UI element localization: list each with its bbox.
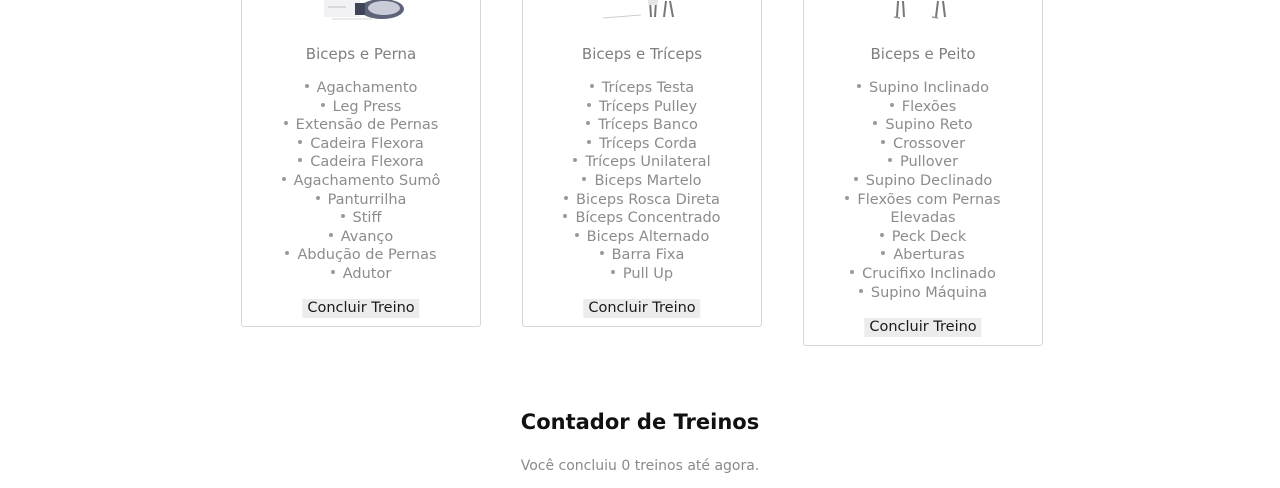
list-item: Leg Press <box>242 98 480 117</box>
chest-exercise-illustration-icon <box>804 0 1042 21</box>
leg-exercise-illustration-icon <box>242 0 480 21</box>
bullet-icon <box>573 158 578 163</box>
exercise-list: Supino Inclinado Flexões Supino Reto Cro… <box>804 79 1042 302</box>
list-item: Barra Fixa <box>523 246 761 265</box>
bullet-icon <box>873 121 878 126</box>
card-title: Biceps e Tríceps <box>581 45 703 63</box>
bullet-icon <box>887 158 892 163</box>
bullet-icon <box>845 195 850 200</box>
workout-card-biceps-perna: Biceps e Perna Agachamento Leg Press Ext… <box>241 0 481 327</box>
list-item: Biceps Alternado <box>523 228 761 247</box>
bullet-icon <box>850 269 855 274</box>
conclude-workout-button[interactable]: Concluir Treino <box>302 299 420 318</box>
bullet-icon <box>298 158 303 163</box>
counter-text: Você concluiu 0 treinos até agora. <box>520 458 760 474</box>
bullet-icon <box>285 251 290 256</box>
conclude-workout-button[interactable]: Concluir Treino <box>864 318 982 337</box>
list-item: Peck Deck <box>804 228 1042 247</box>
arm-exercise-illustration-icon <box>523 0 761 21</box>
bullet-icon <box>328 232 333 237</box>
list-item: Tríceps Banco <box>523 116 761 135</box>
exercise-list: Tríceps Testa Tríceps Pulley Tríceps Ban… <box>523 79 761 284</box>
bullet-icon <box>582 176 587 181</box>
list-item: Agachamento <box>242 79 480 98</box>
counter-title: Contador de Treinos <box>520 410 760 434</box>
bullet-icon <box>320 102 325 107</box>
conclude-workout-button[interactable]: Concluir Treino <box>583 299 701 318</box>
bullet-icon <box>586 102 591 107</box>
list-item: Bíceps Concentrado <box>523 209 761 228</box>
list-item: Supino Reto <box>804 116 1042 135</box>
list-item: Supino Declinado <box>804 172 1042 191</box>
bullet-icon <box>889 102 894 107</box>
bullet-icon <box>281 176 286 181</box>
list-item: Crossover <box>804 135 1042 154</box>
list-item: Crucifixo Inclinado <box>804 265 1042 284</box>
list-item: Flexões <box>804 98 1042 117</box>
list-item: Panturrilha <box>242 191 480 210</box>
bullet-icon <box>880 139 885 144</box>
list-item: Cadeira Flexora <box>242 153 480 172</box>
bullet-icon <box>574 232 579 237</box>
list-item: Tríceps Unilateral <box>523 153 761 172</box>
bullet-icon <box>599 251 604 256</box>
bullet-icon <box>298 139 303 144</box>
list-item: Supino Inclinado <box>804 79 1042 98</box>
list-item: Biceps Rosca Direta <box>523 191 761 210</box>
bullet-icon <box>564 195 569 200</box>
bullet-icon <box>304 84 309 88</box>
bullet-icon <box>610 269 615 274</box>
bullet-icon <box>589 84 594 88</box>
list-item: Flexões com Pernas Elevadas <box>804 191 1042 228</box>
bullet-icon <box>330 269 335 274</box>
list-item: Tríceps Testa <box>523 79 761 98</box>
bullet-icon <box>340 214 345 219</box>
list-item: Pullover <box>804 153 1042 172</box>
list-item: Avanço <box>242 228 480 247</box>
bullet-icon <box>881 251 886 256</box>
list-item: Pull Up <box>523 265 761 284</box>
list-item: Stiff <box>242 209 480 228</box>
bullet-icon <box>587 139 592 144</box>
list-item: Tríceps Corda <box>523 135 761 154</box>
bullet-icon <box>853 176 858 181</box>
list-item: Extensão de Pernas <box>242 116 480 135</box>
card-title: Biceps e Peito <box>870 45 976 63</box>
list-item: Supino Máquina <box>804 284 1042 303</box>
list-item: Adutor <box>242 265 480 284</box>
workout-card-biceps-triceps: Biceps e Tríceps Tríceps Testa Tríceps P… <box>522 0 762 327</box>
list-item: Abdução de Pernas <box>242 246 480 265</box>
bullet-icon <box>879 232 884 237</box>
bullet-icon <box>858 288 863 293</box>
list-item: Biceps Martelo <box>523 172 761 191</box>
bullet-icon <box>857 84 862 88</box>
bullet-icon <box>283 121 288 126</box>
workout-counter: Contador de Treinos Você concluiu 0 trei… <box>0 408 1280 476</box>
card-title: Biceps e Perna <box>305 45 417 63</box>
list-item: Agachamento Sumô <box>242 172 480 191</box>
workout-cards: Biceps e Perna Agachamento Leg Press Ext… <box>0 0 1280 360</box>
workout-card-biceps-peito: Biceps e Peito Supino Inclinado Flexões … <box>803 0 1043 346</box>
bullet-icon <box>315 195 320 200</box>
bullet-icon <box>563 214 568 219</box>
bullet-icon <box>586 121 591 126</box>
list-item: Tríceps Pulley <box>523 98 761 117</box>
list-item: Aberturas <box>804 246 1042 265</box>
exercise-list: Agachamento Leg Press Extensão de Pernas… <box>242 79 480 284</box>
list-item: Cadeira Flexora <box>242 135 480 154</box>
